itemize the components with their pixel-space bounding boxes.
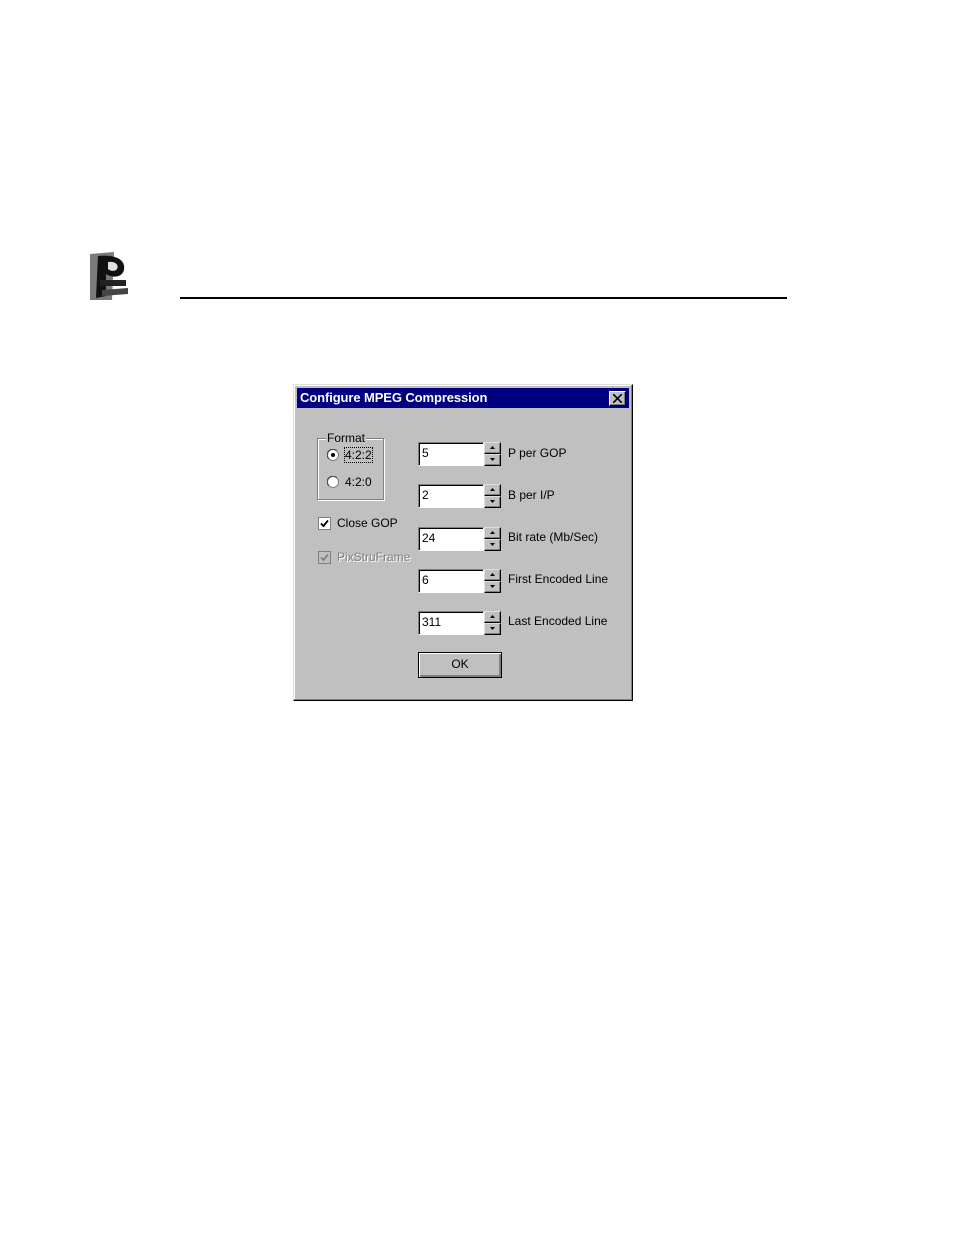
title-bar[interactable]: Configure MPEG Compression bbox=[297, 388, 629, 408]
arrow-up-icon bbox=[490, 488, 495, 491]
bit-rate-label: Bit rate (Mb/Sec) bbox=[508, 530, 599, 544]
radio-420-label: 4:2:0 bbox=[345, 475, 372, 489]
arrow-down-icon bbox=[490, 543, 495, 546]
first-encoded-line-label: First Encoded Line bbox=[508, 572, 609, 586]
bit-rate-input[interactable]: 24 bbox=[418, 527, 484, 551]
pixstruframe-label: PixStruFrame bbox=[337, 550, 411, 564]
arrow-down-icon bbox=[490, 458, 495, 461]
arrow-up-icon bbox=[490, 615, 495, 618]
spin-down-button[interactable] bbox=[484, 623, 501, 635]
spin-down-button[interactable] bbox=[484, 496, 501, 508]
p-per-gop-spinner[interactable] bbox=[484, 442, 501, 466]
spin-up-button[interactable] bbox=[484, 484, 501, 496]
last-encoded-line-input[interactable]: 311 bbox=[418, 611, 484, 635]
spin-up-button[interactable] bbox=[484, 569, 501, 581]
b-per-ip-label: B per I/P bbox=[508, 488, 555, 502]
spin-down-button[interactable] bbox=[484, 539, 501, 551]
spin-up-button[interactable] bbox=[484, 442, 501, 454]
dialog-title: Configure MPEG Compression bbox=[300, 390, 488, 405]
format-group-label: Format bbox=[326, 431, 367, 445]
spin-up-button[interactable] bbox=[484, 527, 501, 539]
arrow-up-icon bbox=[490, 531, 495, 534]
close-button[interactable] bbox=[609, 391, 626, 406]
first-encoded-line-spinner[interactable] bbox=[484, 569, 501, 593]
p-per-gop-input[interactable]: 5 bbox=[418, 442, 484, 466]
spin-up-button[interactable] bbox=[484, 611, 501, 623]
spin-down-button[interactable] bbox=[484, 454, 501, 466]
close-gop-checkbox[interactable] bbox=[318, 517, 331, 530]
company-logo bbox=[86, 250, 130, 302]
radio-420[interactable] bbox=[327, 476, 339, 488]
first-encoded-line-input[interactable]: 6 bbox=[418, 569, 484, 593]
configure-mpeg-dialog: Configure MPEG Compression Format 4:2:2 … bbox=[293, 384, 633, 701]
spin-down-button[interactable] bbox=[484, 581, 501, 593]
p-per-gop-label: P per GOP bbox=[508, 446, 567, 460]
arrow-down-icon bbox=[490, 627, 495, 630]
ok-button[interactable]: OK bbox=[418, 652, 502, 678]
arrow-up-icon bbox=[490, 446, 495, 449]
header-rule bbox=[180, 297, 787, 299]
b-per-ip-spinner[interactable] bbox=[484, 484, 501, 508]
bit-rate-spinner[interactable] bbox=[484, 527, 501, 551]
pixstruframe-checkbox[interactable] bbox=[318, 551, 331, 564]
close-gop-label: Close GOP bbox=[337, 516, 398, 530]
radio-422-label: 4:2:2 bbox=[344, 447, 373, 463]
radio-422[interactable] bbox=[327, 449, 339, 461]
last-encoded-line-spinner[interactable] bbox=[484, 611, 501, 635]
last-encoded-line-label: Last Encoded Line bbox=[508, 614, 608, 628]
arrow-up-icon bbox=[490, 573, 495, 576]
close-icon bbox=[613, 394, 622, 403]
arrow-down-icon bbox=[490, 500, 495, 503]
arrow-down-icon bbox=[490, 585, 495, 588]
b-per-ip-input[interactable]: 2 bbox=[418, 484, 484, 508]
